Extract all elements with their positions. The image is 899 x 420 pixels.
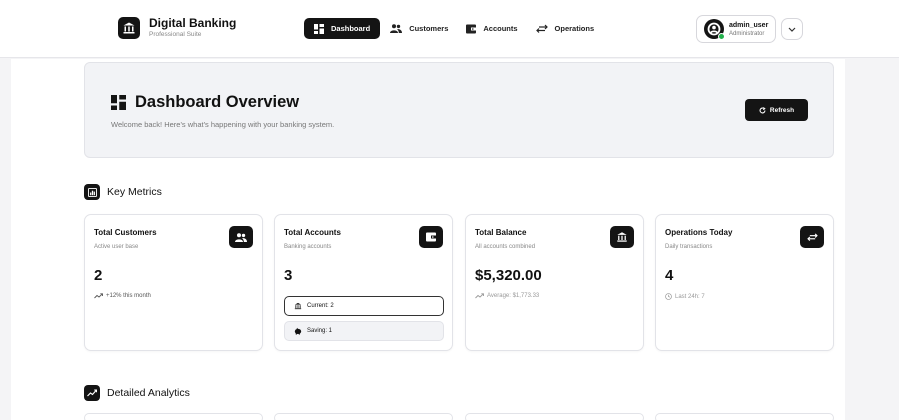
nav-item-label: Customers [409, 24, 449, 33]
brand[interactable]: Digital Banking Professional Suite [118, 17, 236, 39]
nav-item-operations[interactable]: Operations [528, 18, 603, 39]
chevron-down-icon [788, 27, 796, 32]
card-subtitle: Banking accounts [284, 244, 332, 250]
current-accounts-badge[interactable]: Current: 2 [284, 296, 444, 316]
analytics-card [465, 413, 644, 420]
transfer-icon [535, 24, 548, 33]
card-value: 4 [665, 267, 674, 284]
saving-accounts-badge[interactable]: Saving: 1 [284, 321, 444, 341]
trend-up-icon [94, 293, 103, 299]
refresh-icon [759, 106, 766, 113]
online-status-dot [718, 33, 725, 40]
top-navbar: Digital Banking Professional Suite Dashb… [0, 0, 899, 58]
transfer-icon [800, 226, 824, 248]
nav-item-label: Accounts [483, 24, 518, 33]
bank-icon [294, 302, 302, 310]
overview-banner: Dashboard Overview Welcome back! Here's … [84, 62, 834, 158]
card-subtitle: Active user base [94, 244, 139, 250]
card-title: Operations Today [665, 228, 733, 237]
brand-title: Digital Banking [149, 16, 237, 30]
nav-item-label: Operations [554, 24, 595, 33]
card-value: 2 [94, 267, 103, 284]
card-average: Average: $1,773.33 [475, 293, 539, 299]
clock-icon [665, 293, 672, 300]
refresh-button[interactable]: Refresh [745, 99, 808, 121]
user-name: admin_user [729, 21, 769, 29]
card-last-24h: Last 24h: 7 [665, 293, 705, 300]
user-menu-toggle[interactable] [781, 18, 803, 40]
users-icon [229, 226, 253, 248]
card-value: 3 [284, 267, 293, 284]
metric-card-operations: Operations Today Daily transactions 4 La… [655, 214, 834, 351]
nav-item-label: Dashboard [331, 24, 371, 33]
page-subtitle: Welcome back! Here's what's happening wi… [111, 120, 335, 129]
analytics-icon [84, 385, 100, 401]
avatar [704, 19, 725, 40]
user-role: Administrator [729, 30, 765, 37]
card-title: Total Accounts [284, 228, 341, 237]
card-subtitle: Daily transactions [665, 244, 713, 250]
analytics-card [274, 413, 453, 420]
main-nav: Dashboard Customers Accounts Operations [304, 18, 604, 39]
nav-item-dashboard[interactable]: Dashboard [304, 18, 381, 39]
refresh-label: Refresh [769, 106, 795, 114]
section-title: Detailed Analytics [107, 387, 190, 399]
dashboard-icon [314, 23, 324, 34]
nav-item-customers[interactable]: Customers [382, 18, 456, 39]
card-trend: +12% this month [94, 293, 151, 299]
piggy-bank-icon [294, 327, 302, 335]
brand-subtitle: Professional Suite [149, 31, 202, 38]
page-title: Dashboard Overview [135, 93, 300, 111]
metrics-icon [84, 184, 100, 200]
card-title: Total Customers [94, 228, 157, 237]
wallet-icon [466, 24, 477, 33]
metric-card-customers: Total Customers Active user base 2 +12% … [84, 214, 263, 351]
section-title: Key Metrics [107, 186, 162, 198]
wallet-icon [419, 226, 443, 248]
metric-card-accounts: Total Accounts Banking accounts 3 Curren… [274, 214, 453, 351]
bank-icon [118, 17, 140, 39]
card-value: $5,320.00 [475, 267, 542, 284]
metric-card-balance: Total Balance All accounts combined $5,3… [465, 214, 644, 351]
users-icon [390, 24, 403, 33]
detailed-analytics-heading: Detailed Analytics [84, 385, 190, 401]
card-subtitle: All accounts combined [475, 244, 536, 250]
trend-up-icon [475, 293, 484, 299]
analytics-card [84, 413, 263, 420]
dashboard-icon [111, 95, 126, 110]
user-menu[interactable]: admin_user Administrator [696, 15, 776, 43]
bank-icon [610, 226, 634, 248]
nav-item-accounts[interactable]: Accounts [458, 18, 525, 39]
key-metrics-heading: Key Metrics [84, 184, 162, 200]
card-title: Total Balance [475, 228, 527, 237]
analytics-card [655, 413, 834, 420]
